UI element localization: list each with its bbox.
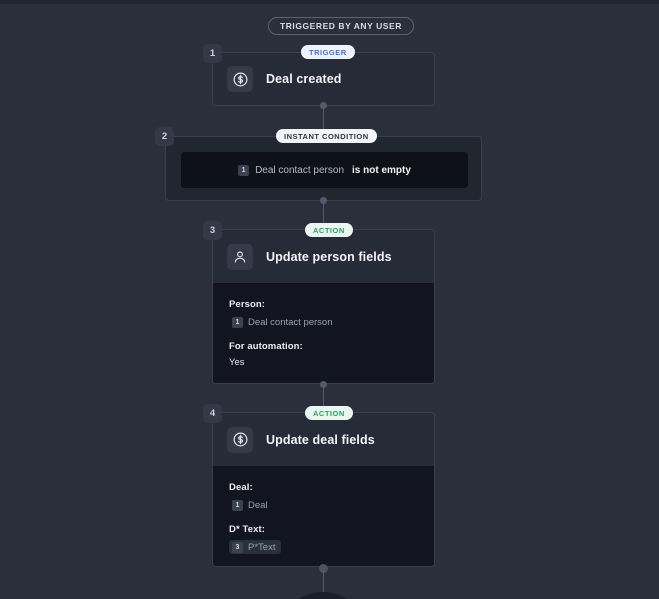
- chip-index: 1: [232, 316, 243, 328]
- dollar-circle-icon: [227, 426, 253, 453]
- field-value-d-text[interactable]: 3 P*Text: [229, 540, 434, 554]
- chip-index: 1: [232, 499, 243, 511]
- step-card-update-person-fields[interactable]: Update person fields Person: 1 Deal cont…: [212, 229, 435, 384]
- step-3-type-badge: ACTION: [305, 223, 353, 237]
- step-number-4: 4: [203, 404, 222, 423]
- step-4-body: Deal: 1 Deal D* Text: 3 P*Text: [213, 466, 434, 566]
- step-1-type-badge: TRIGGER: [301, 45, 355, 59]
- step-number-4-label: 4: [209, 408, 216, 419]
- field-value-person[interactable]: 1 Deal contact person: [229, 315, 434, 329]
- field-value-for-automation: Yes: [229, 357, 245, 368]
- step-number-1-label: 1: [209, 48, 216, 59]
- chip-label: Deal: [248, 499, 268, 511]
- step-2-type-badge-label: INSTANT CONDITION: [284, 131, 369, 141]
- instant-condition-group[interactable]: 1 Deal contact person is not empty: [165, 136, 482, 201]
- dollar-circle-icon: [227, 66, 253, 92]
- step-4-type-badge-label: ACTION: [313, 408, 345, 418]
- person-icon: [227, 243, 253, 270]
- step-3-title: Update person fields: [266, 249, 392, 264]
- field-spacer: [229, 329, 434, 341]
- chip-label: P*Text: [248, 541, 276, 553]
- step-2-type-badge: INSTANT CONDITION: [276, 129, 377, 143]
- condition-field-label: Deal contact person: [255, 164, 345, 176]
- step-number-1: 1: [203, 44, 222, 63]
- step-1-header: Deal created: [213, 53, 434, 105]
- step-card-update-deal-fields[interactable]: Update deal fields Deal: 1 Deal D* Text:…: [212, 412, 435, 567]
- field-spacer: [229, 512, 434, 524]
- step-1-type-badge-label: TRIGGER: [309, 47, 347, 57]
- field-label-person: Person:: [229, 299, 266, 310]
- field-value-deal[interactable]: 1 Deal: [229, 498, 434, 512]
- step-4-title: Update deal fields: [266, 432, 375, 447]
- field-label-d-text: D* Text:: [229, 524, 265, 535]
- step-number-2-label: 2: [161, 131, 168, 142]
- automation-flow-canvas: TRIGGERED BY ANY USER 1 TRIGGER Deal cre…: [0, 0, 659, 599]
- step-number-3: 3: [203, 221, 222, 240]
- chip-index: 3: [232, 541, 243, 553]
- chip-label: Deal contact person: [248, 316, 333, 328]
- condition-row[interactable]: 1 Deal contact person is not empty: [181, 152, 468, 188]
- step-card-deal-created[interactable]: Deal created: [212, 52, 435, 106]
- step-1-title: Deal created: [266, 72, 342, 86]
- condition-operator-label: is not empty: [352, 164, 411, 176]
- triggered-by-scope-pill[interactable]: TRIGGERED BY ANY USER: [268, 17, 414, 35]
- step-3-header: Update person fields: [213, 230, 434, 283]
- step-4-type-badge: ACTION: [305, 406, 353, 420]
- field-label-deal: Deal:: [229, 482, 253, 493]
- step-3-type-badge-label: ACTION: [313, 225, 345, 235]
- triggered-by-scope-label: TRIGGERED BY ANY USER: [280, 21, 402, 31]
- step-number-2: 2: [155, 127, 174, 146]
- field-label-for-automation: For automation:: [229, 341, 303, 352]
- step-4-header: Update deal fields: [213, 413, 434, 466]
- step-3-body: Person: 1 Deal contact person For automa…: [213, 283, 434, 383]
- condition-source-index: 1: [238, 164, 250, 176]
- step-number-3-label: 3: [209, 225, 216, 236]
- flow-end-node: [278, 592, 368, 599]
